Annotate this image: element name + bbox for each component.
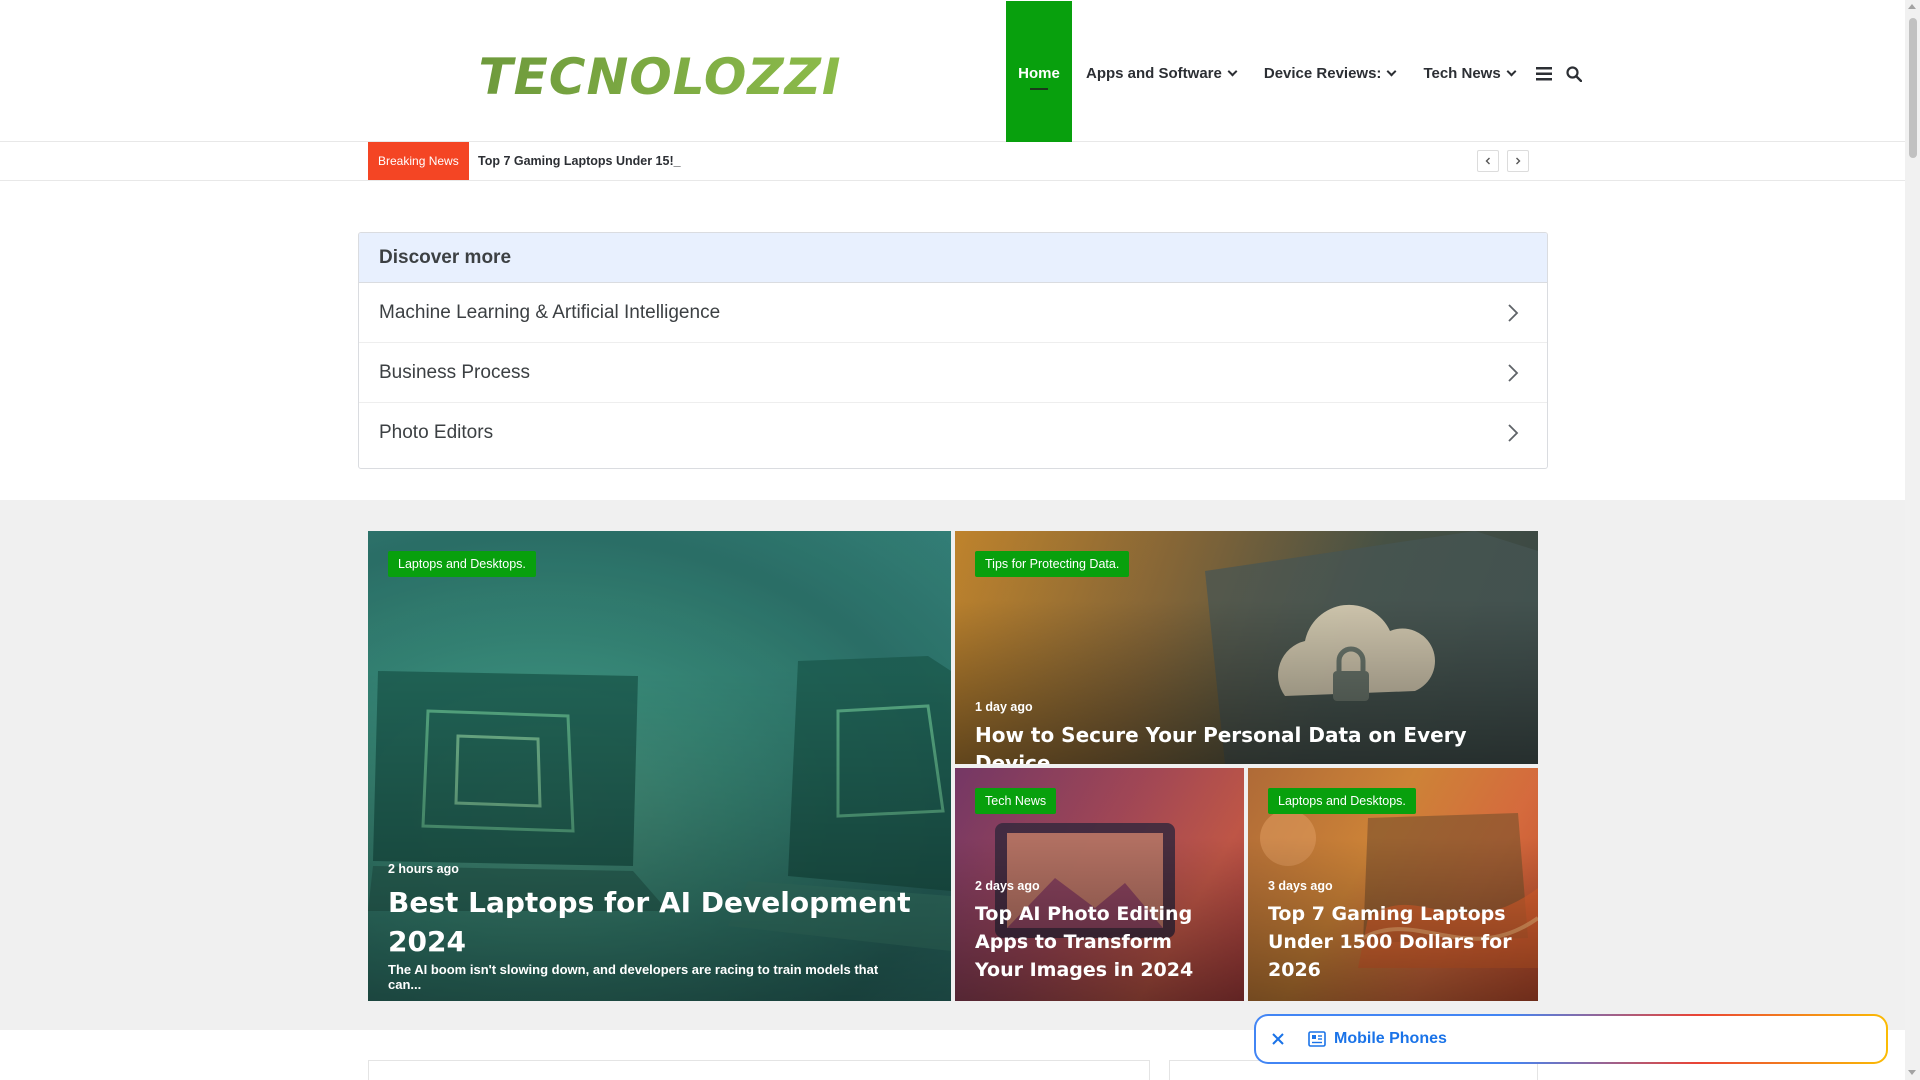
- discover-item[interactable]: Photo Editors: [359, 403, 1547, 463]
- recommendation-link[interactable]: Mobile Phones: [1308, 1030, 1447, 1048]
- discover-item[interactable]: Machine Learning & Artificial Intelligen…: [359, 283, 1547, 343]
- discover-item-label: Business Process: [379, 361, 531, 383]
- discover-more-panel: Discover more Machine Learning & Artific…: [358, 232, 1548, 469]
- main-nav: Home Apps and Software Device Reviews: T…: [1006, 1, 1589, 146]
- discover-item-label: Machine Learning & Artificial Intelligen…: [379, 301, 721, 323]
- site-logo[interactable]: TECNOLOZZI: [462, 48, 858, 104]
- close-icon[interactable]: [1256, 1016, 1300, 1062]
- scroll-down-icon[interactable]: [1908, 1070, 1916, 1075]
- chevron-left-icon: [1485, 157, 1490, 165]
- post-time: 3 days ago: [1268, 879, 1333, 893]
- post-title[interactable]: Top AI Photo Editing Apps to Transform Y…: [975, 900, 1224, 984]
- ticker-prev-button[interactable]: [1477, 150, 1499, 172]
- chevron-right-icon: [1508, 303, 1519, 322]
- discover-more-title: Discover more: [359, 233, 1547, 283]
- discover-item-label: Photo Editors: [379, 422, 494, 443]
- menu-icon[interactable]: [1529, 1, 1559, 146]
- nav-apps-and-software[interactable]: Apps and Software: [1072, 1, 1250, 146]
- chevron-down-icon: [1386, 66, 1397, 77]
- featured-post-card[interactable]: Tips for Protecting Data. 1 day ago How …: [955, 531, 1538, 764]
- breaking-news-label: Breaking News: [368, 142, 469, 180]
- chevron-right-icon: [1516, 157, 1521, 165]
- nav-home-label: Home: [1018, 65, 1060, 82]
- recommendation-label: Mobile Phones: [1334, 1030, 1447, 1047]
- featured-post-card[interactable]: Tech News 2 days ago Top AI Photo Editin…: [955, 768, 1244, 1001]
- recommendation-chip: Mobile Phones: [1254, 1014, 1888, 1064]
- breaking-news-headline[interactable]: Top 7 Gaming Laptops Under 15!_: [478, 142, 681, 180]
- breaking-news-bar: Breaking News Top 7 Gaming Laptops Under…: [0, 142, 1905, 181]
- nav-tech-news[interactable]: Tech News: [1409, 1, 1528, 146]
- nav-device-reviews-label: Device Reviews:: [1263, 65, 1382, 82]
- post-title[interactable]: Top 7 Gaming Laptops Under 1500 Dollars …: [1268, 900, 1518, 984]
- discover-item[interactable]: Business Process: [359, 343, 1547, 403]
- category-tag[interactable]: Laptops and Desktops.: [1268, 788, 1416, 814]
- chevron-right-icon: [1508, 424, 1519, 442]
- nav-tech-news-label: Tech News: [1423, 65, 1501, 82]
- post-title[interactable]: Best Laptops for AI Development 2024: [388, 883, 931, 961]
- nav-home[interactable]: Home: [1006, 1, 1072, 146]
- category-tag[interactable]: Tech News: [975, 788, 1057, 814]
- content-box: [368, 1060, 1150, 1080]
- site-header: TECNOLOZZI Home Apps and Software Device…: [0, 0, 1905, 146]
- page-scrollbar[interactable]: [1905, 0, 1920, 1080]
- post-title[interactable]: How to Secure Your Personal Data on Ever…: [975, 721, 1518, 764]
- scroll-up-icon[interactable]: [1908, 4, 1916, 9]
- svg-text:TECNOLOZZI: TECNOLOZZI: [478, 48, 841, 104]
- post-time: 1 day ago: [975, 700, 1033, 714]
- chevron-right-icon: [1508, 363, 1519, 382]
- ticker-next-button[interactable]: [1507, 150, 1529, 172]
- post-excerpt: The AI boom isn't slowing down, and deve…: [388, 962, 879, 992]
- chevron-down-icon: [1506, 66, 1517, 77]
- featured-section: Laptops and Desktops. 2 hours ago Best L…: [0, 500, 1905, 1030]
- nav-apps-label: Apps and Software: [1086, 65, 1222, 82]
- featured-post-card[interactable]: Laptops and Desktops. 3 days ago Top 7 G…: [1248, 768, 1538, 1001]
- post-time: 2 days ago: [975, 879, 1040, 893]
- chevron-down-icon: [1227, 66, 1238, 77]
- category-tag[interactable]: Laptops and Desktops.: [388, 551, 536, 577]
- article-icon: [1308, 1031, 1326, 1047]
- recommendation-chip-inner: Mobile Phones: [1256, 1016, 1886, 1062]
- nav-device-reviews[interactable]: Device Reviews:: [1250, 1, 1410, 146]
- category-tag[interactable]: Tips for Protecting Data.: [975, 551, 1130, 577]
- search-icon[interactable]: [1559, 1, 1589, 146]
- page: TECNOLOZZI Home Apps and Software Device…: [0, 0, 1920, 1080]
- scrollbar-thumb[interactable]: [1909, 18, 1917, 158]
- featured-post-card[interactable]: Laptops and Desktops. 2 hours ago Best L…: [368, 531, 951, 1001]
- post-time: 2 hours ago: [388, 862, 459, 876]
